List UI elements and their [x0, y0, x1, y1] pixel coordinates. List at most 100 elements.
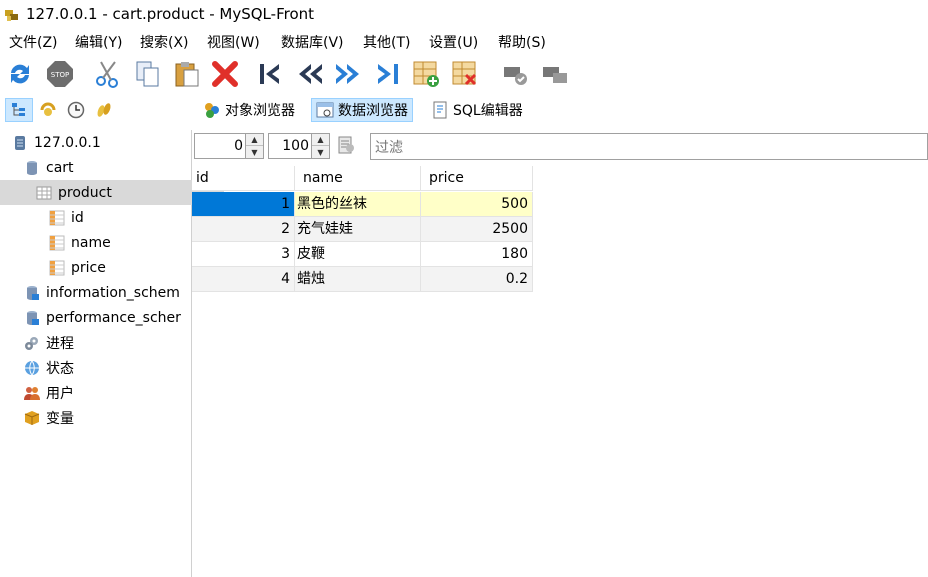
column-icon — [49, 210, 65, 225]
sql-editor-icon — [433, 101, 447, 119]
paste-icon[interactable] — [172, 59, 202, 89]
filter-input[interactable]: 过滤 — [370, 133, 928, 160]
svg-text:STOP: STOP — [51, 71, 69, 79]
previous-record-icon[interactable] — [295, 59, 325, 89]
grid-cell-id[interactable]: 3 — [192, 242, 295, 267]
next-record-icon[interactable] — [333, 59, 363, 89]
sql-history-icon[interactable] — [39, 101, 57, 119]
menu-search[interactable]: 搜索(X) — [140, 32, 189, 52]
tree-item-processes[interactable]: 进程 — [0, 330, 212, 355]
tree-item-db-performance-schema[interactable]: performance_scher — [0, 305, 212, 330]
delete-icon[interactable] — [210, 59, 240, 89]
menu-database[interactable]: 数据库(V) — [281, 32, 344, 52]
tree-label-host: 127.0.0.1 — [34, 134, 101, 151]
users-icon — [24, 386, 40, 400]
tree-item-db-cart[interactable]: cart — [0, 155, 212, 180]
limit-stepper-buttons: ▲ ▼ — [311, 134, 329, 158]
tree-item-table-product[interactable]: product — [0, 180, 224, 205]
tree-label-processes: 进程 — [46, 335, 74, 352]
grid-cell-name[interactable]: 黑色的丝袜 — [295, 192, 421, 217]
copy-icon[interactable] — [133, 59, 163, 89]
tree-item-host[interactable]: 127.0.0.1 — [0, 130, 200, 155]
server-icon — [15, 135, 25, 150]
offset-up-arrow-icon[interactable]: ▲ — [246, 134, 263, 146]
column-icon — [49, 260, 65, 275]
tree-item-db-information-schema[interactable]: information_schem — [0, 280, 212, 305]
tree-label-cart: cart — [46, 159, 74, 176]
database-icon — [27, 160, 37, 175]
menu-file[interactable]: 文件(Z) — [9, 32, 58, 52]
grid-cell-name[interactable]: 蜡烛 — [295, 267, 421, 292]
clock-icon[interactable] — [67, 101, 85, 119]
limit-up-arrow-icon[interactable]: ▲ — [312, 134, 329, 146]
column-icon — [49, 235, 65, 250]
column-header-price[interactable]: price — [421, 166, 533, 191]
offset-stepper-buttons: ▲ ▼ — [245, 134, 263, 158]
menu-settings[interactable]: 设置(U) — [429, 32, 478, 52]
limit-stepper[interactable]: 100 ▲ ▼ — [268, 133, 330, 159]
tree-label-price: price — [71, 259, 106, 276]
tree-label-variables: 变量 — [46, 410, 74, 427]
objects-icon — [205, 103, 219, 118]
data-browser-tab[interactable]: 数据浏览器 — [311, 98, 413, 122]
insert-record-icon[interactable] — [411, 59, 441, 89]
box-icon — [24, 410, 40, 425]
first-record-icon[interactable] — [255, 59, 285, 89]
grid-cell-name[interactable]: 皮鞭 — [295, 242, 421, 267]
sql-editor-label: SQL编辑器 — [453, 103, 523, 119]
tree-label-name: name — [71, 234, 111, 251]
cancel-changes-icon[interactable] — [540, 59, 570, 89]
data-browser-label: 数据浏览器 — [338, 103, 408, 119]
menu-bar: 文件(Z) 编辑(Y) 搜索(X) 视图(W) 数据库(V) 其他(T) 设置(… — [0, 29, 928, 53]
title-bar: 127.0.0.1 - cart.product - MySQL-Front — [0, 0, 928, 29]
system-database-icon — [27, 285, 39, 300]
cut-icon[interactable] — [93, 59, 123, 89]
object-browser-label: 对象浏览器 — [225, 103, 295, 119]
data-grid-icon — [316, 102, 334, 118]
tree-label-id: id — [71, 209, 84, 226]
mysql-front-app-icon — [5, 10, 18, 21]
refresh-icon[interactable] — [5, 59, 35, 89]
table-icon — [36, 186, 52, 199]
grid-cell-id[interactable]: 1 — [192, 192, 295, 217]
delete-record-icon[interactable] — [450, 59, 480, 89]
tree-icon — [12, 103, 25, 116]
menu-other[interactable]: 其他(T) — [363, 32, 410, 52]
globe-icon — [25, 360, 39, 375]
sql-editor-tab[interactable]: SQL编辑器 — [427, 98, 527, 122]
object-browser-tab[interactable]: 对象浏览器 — [199, 98, 299, 122]
post-changes-icon[interactable] — [501, 59, 531, 89]
grid-cell-price[interactable]: 2500 — [421, 217, 533, 242]
menu-help[interactable]: 帮助(S) — [498, 32, 546, 52]
limit-value[interactable]: 100 — [282, 138, 309, 154]
offset-value[interactable]: 0 — [234, 138, 243, 154]
window-title: 127.0.0.1 - cart.product - MySQL-Front — [26, 5, 315, 23]
tree-label-performance-schema: performance_scher — [46, 309, 181, 326]
column-header-name[interactable]: name — [295, 166, 421, 191]
tree-view-toggle[interactable] — [5, 98, 33, 122]
grid-cell-name[interactable]: 充气娃娃 — [295, 217, 421, 242]
tree-label-users: 用户 — [46, 385, 74, 402]
grid-cell-price[interactable]: 500 — [421, 192, 533, 217]
grid-cell-price[interactable]: 180 — [421, 242, 533, 267]
system-database-icon — [27, 310, 39, 325]
last-record-icon[interactable] — [373, 59, 403, 89]
limit-toggle-icon[interactable] — [336, 135, 356, 155]
stop-icon[interactable]: STOP — [45, 59, 75, 89]
gears-icon — [25, 336, 38, 350]
limit-down-arrow-icon[interactable]: ▼ — [312, 146, 329, 158]
offset-down-arrow-icon[interactable]: ▼ — [246, 146, 263, 158]
tree-item-users[interactable]: 用户 — [0, 380, 212, 405]
tree-item-variables[interactable]: 变量 — [0, 405, 212, 430]
column-header-id[interactable]: id — [192, 166, 295, 191]
menu-edit[interactable]: 编辑(Y) — [75, 32, 122, 52]
quick-access-icon[interactable] — [95, 101, 113, 119]
grid-cell-id[interactable]: 2 — [192, 217, 295, 242]
menu-view[interactable]: 视图(W) — [207, 32, 260, 52]
grid-cell-price[interactable]: 0.2 — [421, 267, 533, 292]
grid-cell-id[interactable]: 4 — [192, 267, 295, 292]
database-tree: 127.0.0.1 cart product id name price inf… — [0, 130, 224, 577]
offset-stepper[interactable]: 0 ▲ ▼ — [194, 133, 264, 159]
tree-item-status[interactable]: 状态 — [0, 355, 212, 380]
tree-label-status: 状态 — [46, 360, 74, 377]
